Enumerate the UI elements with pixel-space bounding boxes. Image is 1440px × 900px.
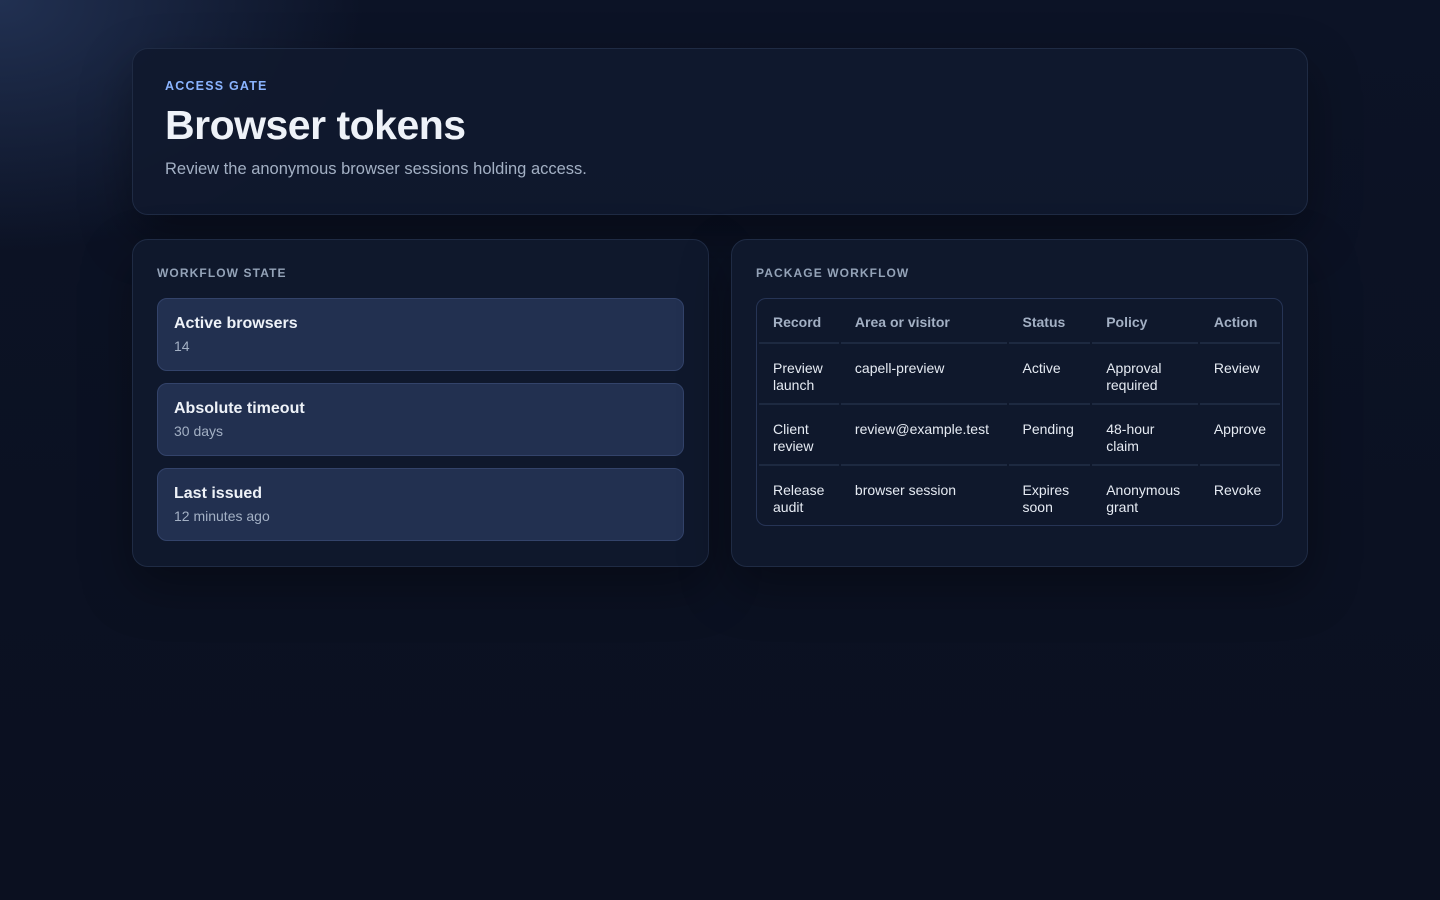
cell-record: Release audit <box>773 482 825 515</box>
panel-label: PACKAGE WORKFLOW <box>756 266 910 280</box>
column-header-record: Record <box>759 299 839 344</box>
workflow-state-panel: WORKFLOW STATE Active browsers 14 Absolu… <box>132 239 709 567</box>
cell-record: Client review <box>759 405 839 466</box>
state-list: Active browsers 14 Absolute timeout 30 d… <box>157 298 684 541</box>
table-row: Preview launch capell-preview Active App… <box>759 344 1280 405</box>
table-row: Client review review@example.test Pendin… <box>759 405 1280 466</box>
cell-area: browser session <box>854 482 957 498</box>
cell-status: Active <box>1008 344 1091 405</box>
package-workflow-panel: PACKAGE WORKFLOW Record Area or visitor … <box>731 239 1308 567</box>
cell-action-revoke[interactable]: Revoke <box>1200 466 1280 525</box>
column-header-action: Action <box>1199 299 1280 344</box>
state-name: Last issued <box>174 485 263 502</box>
cell-policy: Approval required <box>1092 344 1198 405</box>
state-value: 14 <box>174 338 190 354</box>
state-value: 12 minutes ago <box>174 508 270 524</box>
cell-policy: Anonymous grant <box>1106 482 1181 515</box>
column-header-status: Status <box>1008 299 1091 344</box>
cell-status: Pending <box>1008 405 1091 466</box>
page-title: Browser tokens <box>165 102 466 148</box>
header-panel: ACCESS GATE Browser tokens Review the an… <box>132 48 1308 215</box>
state-card-last-issued: Last issued 12 minutes ago <box>157 468 684 541</box>
page-subtitle: Review the anonymous browser sessions ho… <box>165 160 587 178</box>
state-name: Absolute timeout <box>174 400 305 417</box>
cell-area: review@example.test <box>840 405 1007 466</box>
state-name: Active browsers <box>174 315 298 332</box>
cell-record: Preview launch <box>759 344 839 405</box>
state-card-absolute-timeout: Absolute timeout 30 days <box>157 383 684 456</box>
state-value: 30 days <box>174 423 224 439</box>
state-card-active-browsers: Active browsers 14 <box>157 298 684 371</box>
table-header-row: Record Area or visitor Status Policy Act… <box>759 299 1280 344</box>
column-header-policy: Policy <box>1092 299 1198 344</box>
cell-status: Expires soon <box>1022 482 1070 515</box>
workflow-table: Record Area or visitor Status Policy Act… <box>756 298 1283 526</box>
cell-area: capell-preview <box>840 344 1007 405</box>
panel-label: WORKFLOW STATE <box>157 266 287 280</box>
cell-action-review[interactable]: Review <box>1199 344 1280 405</box>
cell-policy: 48-hour claim <box>1092 405 1198 466</box>
eyebrow: ACCESS GATE <box>165 79 268 93</box>
column-header-area: Area or visitor <box>840 299 1007 344</box>
cell-action-approve[interactable]: Approve <box>1199 405 1280 466</box>
table-row: Release audit browser session Expires so… <box>759 466 1280 525</box>
